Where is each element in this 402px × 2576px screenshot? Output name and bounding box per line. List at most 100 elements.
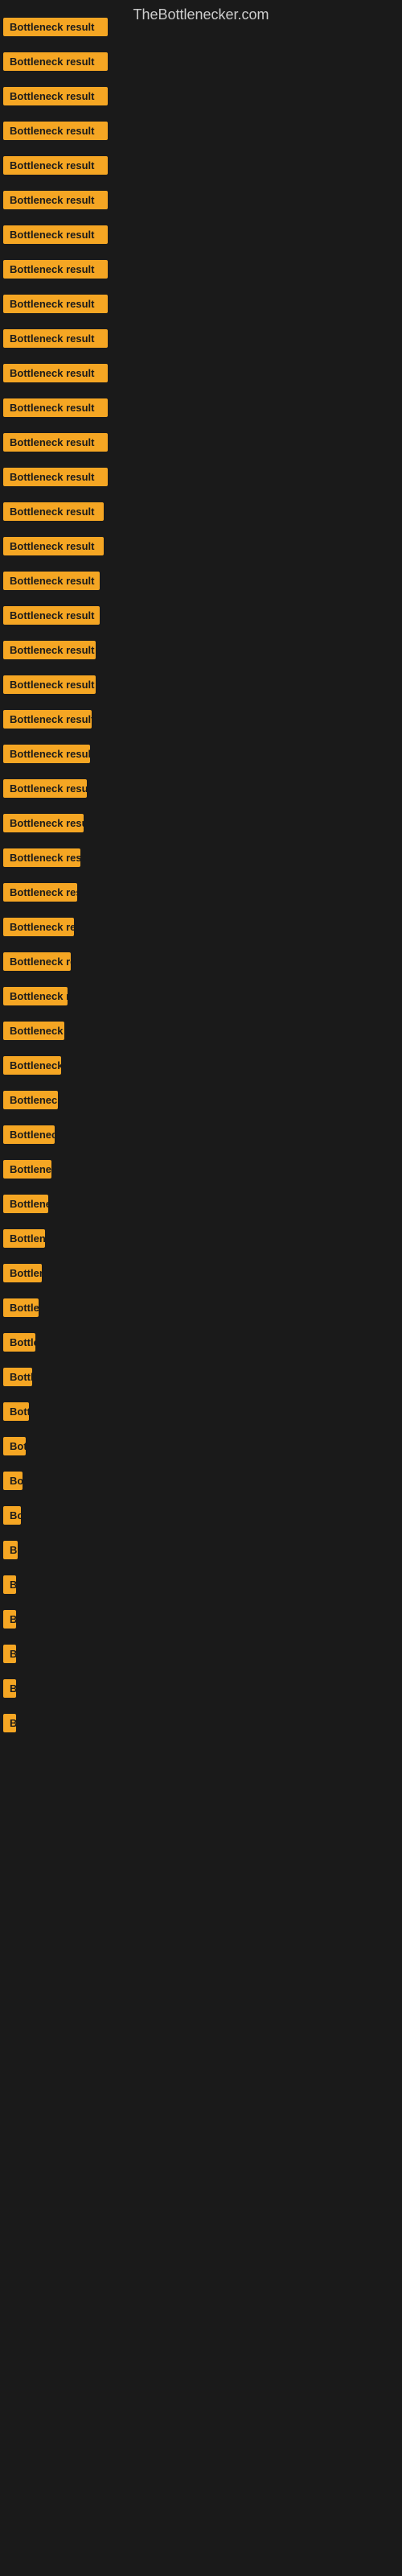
bottleneck-item[interactable]: Bottleneck result bbox=[3, 433, 108, 456]
bottleneck-badge: Bottleneck result bbox=[3, 1645, 16, 1663]
bottleneck-item[interactable]: Bottleneck result bbox=[3, 398, 108, 421]
bottleneck-item[interactable]: Bottleneck result bbox=[3, 1056, 61, 1079]
bottleneck-badge: Bottleneck result bbox=[3, 329, 108, 348]
bottleneck-badge: Bottleneck result bbox=[3, 18, 108, 36]
bottleneck-badge: Bottleneck result bbox=[3, 1610, 16, 1629]
bottleneck-badge: Bottleneck result bbox=[3, 952, 71, 971]
bottleneck-item[interactable]: Bottleneck result bbox=[3, 1022, 64, 1044]
bottleneck-item[interactable]: Bottleneck result bbox=[3, 1506, 21, 1529]
bottleneck-item[interactable]: Bottleneck result bbox=[3, 641, 96, 663]
bottleneck-badge: Bottleneck result bbox=[3, 1160, 51, 1179]
bottleneck-item[interactable]: Bottleneck result bbox=[3, 329, 108, 352]
bottleneck-item[interactable]: Bottleneck result bbox=[3, 295, 108, 317]
bottleneck-badge: Bottleneck result bbox=[3, 191, 108, 209]
bottleneck-item[interactable]: Bottleneck result bbox=[3, 1472, 23, 1494]
bottleneck-item[interactable]: Bottleneck result bbox=[3, 260, 108, 283]
bottleneck-item[interactable]: Bottleneck result bbox=[3, 1195, 48, 1217]
bottleneck-badge: Bottleneck result bbox=[3, 398, 108, 417]
bottleneck-item[interactable]: Bottleneck result bbox=[3, 1229, 45, 1252]
bottleneck-badge: Bottleneck result bbox=[3, 1091, 58, 1109]
bottleneck-item[interactable]: Bottleneck result bbox=[3, 502, 104, 525]
bottleneck-badge: Bottleneck result bbox=[3, 606, 100, 625]
bottleneck-badge: Bottleneck result bbox=[3, 883, 77, 902]
bottleneck-badge: Bottleneck result bbox=[3, 1679, 16, 1698]
bottleneck-item[interactable]: Bottleneck result bbox=[3, 745, 90, 767]
bottleneck-item[interactable]: Bottleneck result bbox=[3, 1298, 39, 1321]
bottleneck-item[interactable]: Bottleneck result bbox=[3, 122, 108, 144]
bottleneck-item[interactable]: Bottleneck result bbox=[3, 1679, 16, 1702]
bottleneck-badge: Bottleneck result bbox=[3, 814, 84, 832]
bottleneck-item[interactable]: Bottleneck result bbox=[3, 1333, 35, 1356]
bottleneck-badge: Bottleneck result bbox=[3, 52, 108, 71]
bottleneck-badge: Bottleneck result bbox=[3, 848, 80, 867]
bottleneck-badge: Bottleneck result bbox=[3, 468, 108, 486]
bottleneck-item[interactable]: Bottleneck result bbox=[3, 572, 100, 594]
bottleneck-item[interactable]: Bottleneck result bbox=[3, 952, 71, 975]
bottleneck-badge: Bottleneck result bbox=[3, 918, 74, 936]
bottleneck-badge: Bottleneck result bbox=[3, 1575, 16, 1594]
bottleneck-badge: Bottleneck result bbox=[3, 779, 87, 798]
bottleneck-badge: Bottleneck result bbox=[3, 987, 68, 1005]
bottleneck-item[interactable]: Bottleneck result bbox=[3, 468, 108, 490]
bottleneck-badge: Bottleneck result bbox=[3, 675, 96, 694]
bottleneck-badge: Bottleneck result bbox=[3, 156, 108, 175]
bottleneck-badge: Bottleneck result bbox=[3, 641, 96, 659]
bottleneck-badge: Bottleneck result bbox=[3, 745, 90, 763]
bottleneck-item[interactable]: Bottleneck result bbox=[3, 1541, 18, 1563]
bottleneck-badge: Bottleneck result bbox=[3, 364, 108, 382]
bottleneck-badge: Bottleneck result bbox=[3, 1264, 42, 1282]
bottleneck-item[interactable]: Bottleneck result bbox=[3, 225, 108, 248]
bottleneck-badge: Bottleneck result bbox=[3, 710, 92, 729]
bottleneck-item[interactable]: Bottleneck result bbox=[3, 18, 108, 40]
bottleneck-item[interactable]: Bottleneck result bbox=[3, 710, 92, 733]
bottleneck-item[interactable]: Bottleneck result bbox=[3, 675, 96, 698]
bottleneck-item[interactable]: Bottleneck result bbox=[3, 987, 68, 1009]
bottleneck-item[interactable]: Bottleneck result bbox=[3, 1645, 16, 1667]
bottleneck-badge: Bottleneck result bbox=[3, 1195, 48, 1213]
bottleneck-item[interactable]: Bottleneck result bbox=[3, 191, 108, 213]
bottleneck-item[interactable]: Bottleneck result bbox=[3, 1125, 55, 1148]
bottleneck-badge: Bottleneck result bbox=[3, 87, 108, 105]
bottleneck-badge: Bottleneck result bbox=[3, 1714, 16, 1732]
bottleneck-item[interactable]: Bottleneck result bbox=[3, 918, 74, 940]
bottleneck-item[interactable]: Bottleneck result bbox=[3, 1610, 16, 1633]
bottleneck-item[interactable]: Bottleneck result bbox=[3, 1091, 58, 1113]
bottleneck-item[interactable]: Bottleneck result bbox=[3, 1714, 16, 1736]
bottleneck-badge: Bottleneck result bbox=[3, 1472, 23, 1490]
bottleneck-badge: Bottleneck result bbox=[3, 502, 104, 521]
bottleneck-item[interactable]: Bottleneck result bbox=[3, 52, 108, 75]
bottleneck-badge: Bottleneck result bbox=[3, 295, 108, 313]
bottleneck-item[interactable]: Bottleneck result bbox=[3, 779, 87, 802]
bottleneck-item[interactable]: Bottleneck result bbox=[3, 1160, 51, 1183]
bottleneck-item[interactable]: Bottleneck result bbox=[3, 364, 108, 386]
bottleneck-item[interactable]: Bottleneck result bbox=[3, 537, 104, 559]
bottleneck-item[interactable]: Bottleneck result bbox=[3, 814, 84, 836]
bottleneck-badge: Bottleneck result bbox=[3, 1125, 55, 1144]
bottleneck-item[interactable]: Bottleneck result bbox=[3, 87, 108, 109]
bottleneck-badge: Bottleneck result bbox=[3, 572, 100, 590]
bottleneck-item[interactable]: Bottleneck result bbox=[3, 1264, 42, 1286]
bottleneck-badge: Bottleneck result bbox=[3, 1541, 18, 1559]
bottleneck-item[interactable]: Bottleneck result bbox=[3, 848, 80, 871]
bottleneck-item[interactable]: Bottleneck result bbox=[3, 1402, 29, 1425]
bottleneck-item[interactable]: Bottleneck result bbox=[3, 156, 108, 179]
bottleneck-badge: Bottleneck result bbox=[3, 122, 108, 140]
bottleneck-badge: Bottleneck result bbox=[3, 1056, 61, 1075]
bottleneck-item[interactable]: Bottleneck result bbox=[3, 1437, 26, 1459]
bottleneck-badge: Bottleneck result bbox=[3, 1333, 35, 1352]
bottleneck-badge: Bottleneck result bbox=[3, 1229, 45, 1248]
bottleneck-badge: Bottleneck result bbox=[3, 225, 108, 244]
bottleneck-badge: Bottleneck result bbox=[3, 1022, 64, 1040]
bottleneck-badge: Bottleneck result bbox=[3, 1437, 26, 1455]
bottleneck-badge: Bottleneck result bbox=[3, 433, 108, 452]
bottleneck-badge: Bottleneck result bbox=[3, 1506, 21, 1525]
bottleneck-item[interactable]: Bottleneck result bbox=[3, 606, 100, 629]
bottleneck-item[interactable]: Bottleneck result bbox=[3, 1368, 32, 1390]
bottleneck-badge: Bottleneck result bbox=[3, 260, 108, 279]
bottleneck-badge: Bottleneck result bbox=[3, 537, 104, 555]
bottleneck-badge: Bottleneck result bbox=[3, 1368, 32, 1386]
bottleneck-item[interactable]: Bottleneck result bbox=[3, 1575, 16, 1598]
bottleneck-badge: Bottleneck result bbox=[3, 1298, 39, 1317]
bottleneck-badge: Bottleneck result bbox=[3, 1402, 29, 1421]
bottleneck-item[interactable]: Bottleneck result bbox=[3, 883, 77, 906]
